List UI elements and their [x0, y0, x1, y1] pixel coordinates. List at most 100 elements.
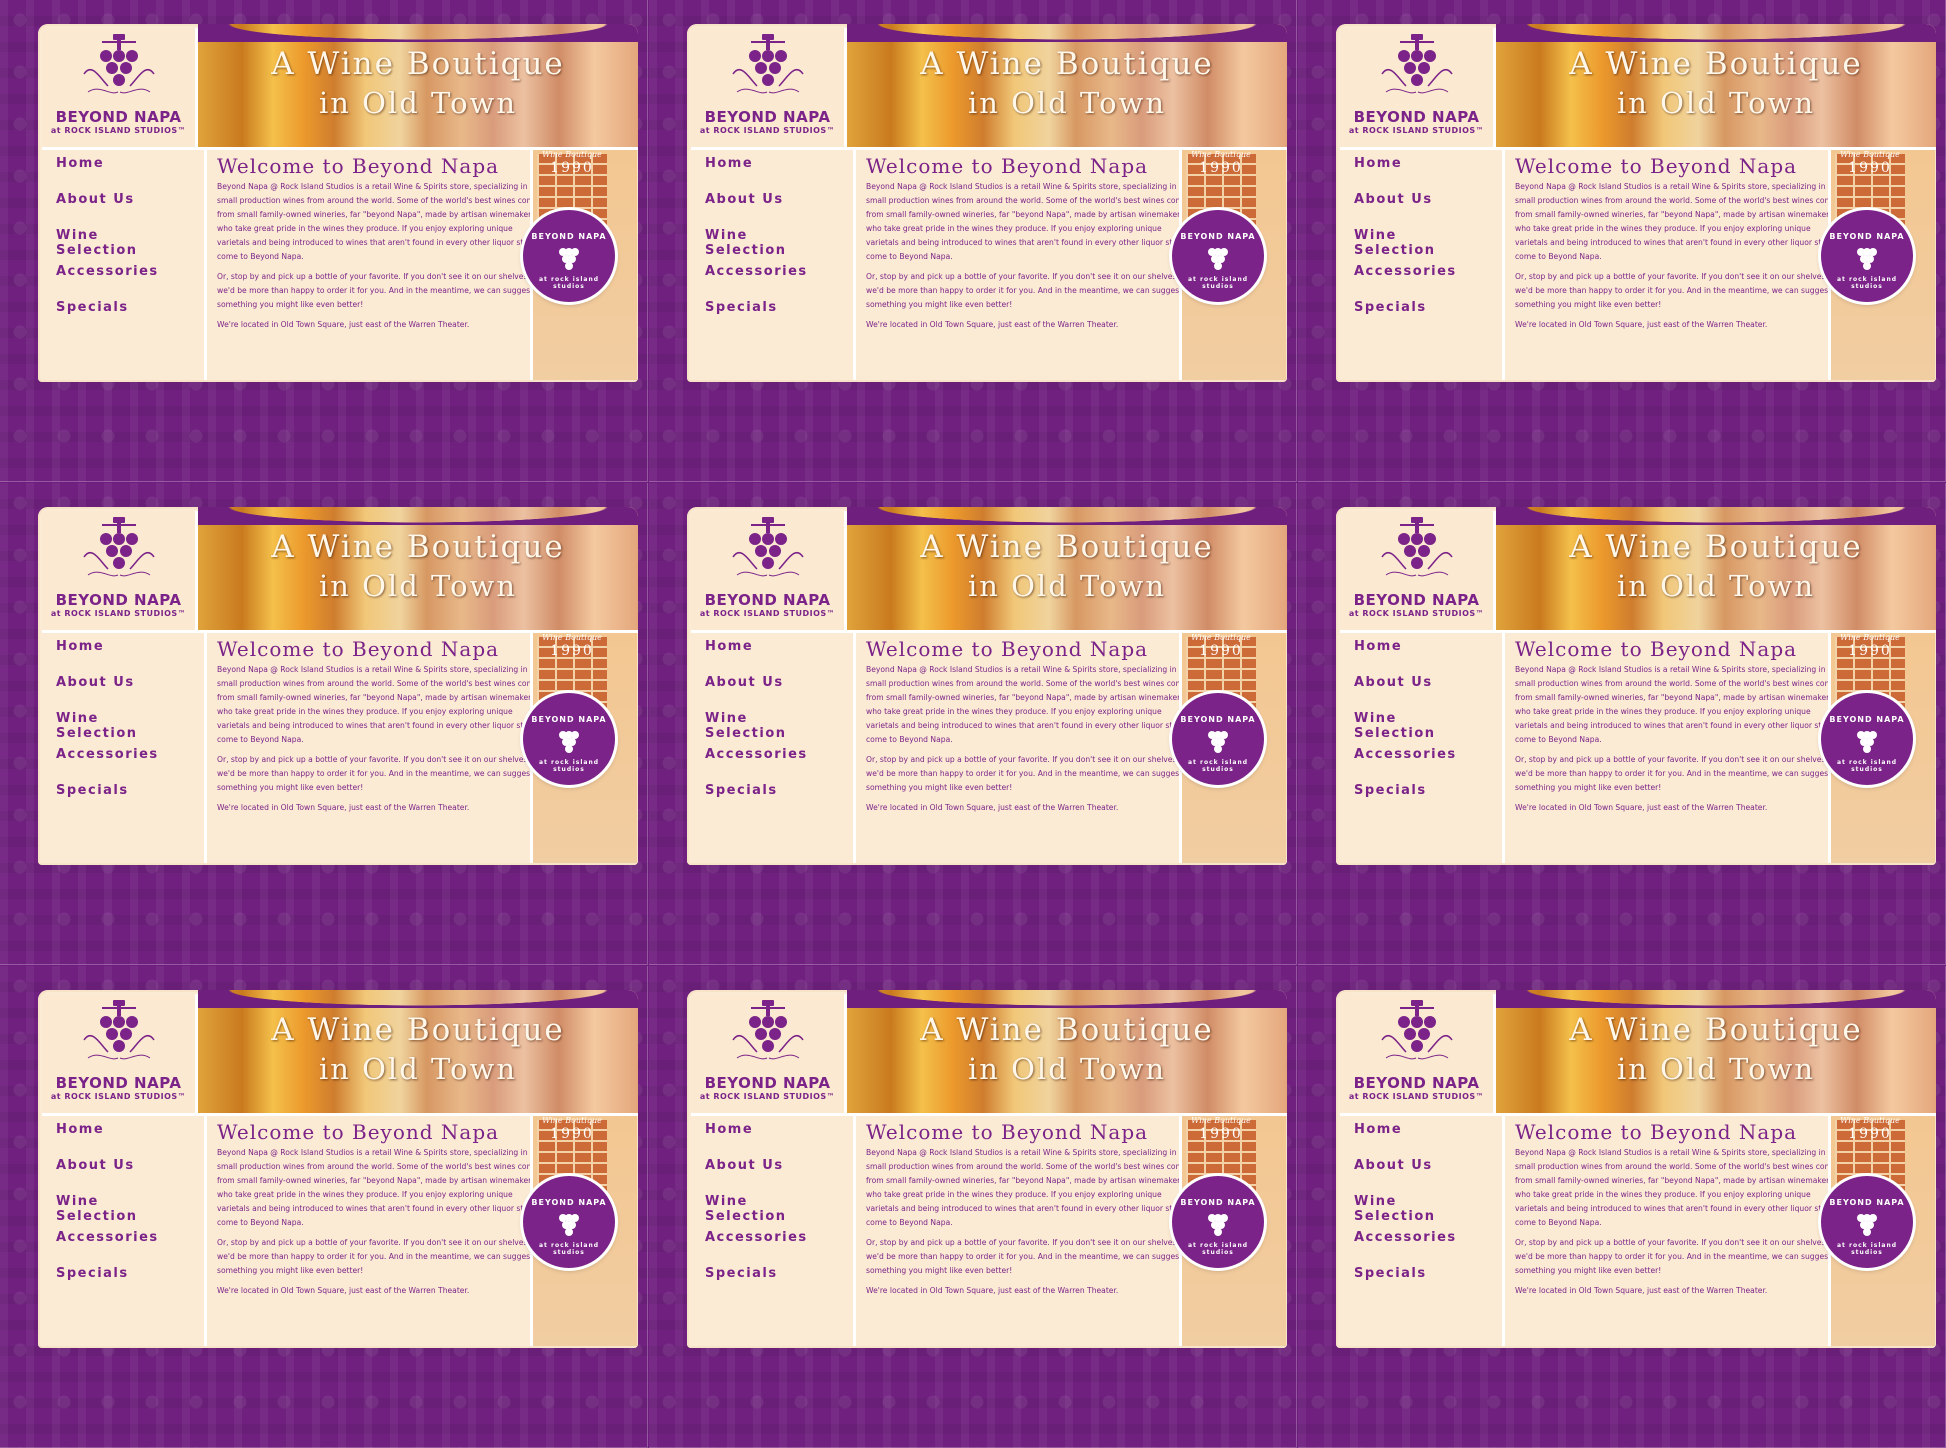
- nav-item-accessories[interactable]: Accessories: [56, 747, 186, 783]
- nav-item-specials[interactable]: Specials: [1354, 300, 1484, 336]
- nav-item-about-us[interactable]: About Us: [705, 192, 835, 228]
- page-title: Welcome to Beyond Napa: [866, 154, 1149, 178]
- grape-cluster-icon: [559, 248, 579, 270]
- nav-item-wine-selection[interactable]: Wine Selection: [705, 711, 835, 747]
- nav-item-home[interactable]: Home: [1354, 639, 1484, 675]
- grape-cluster-icon: [559, 1214, 579, 1236]
- nav-item-specials[interactable]: Specials: [56, 783, 186, 819]
- main-nav: Home About Us Wine Selection Accessories…: [705, 156, 835, 336]
- nav-item-accessories[interactable]: Accessories: [705, 1230, 835, 1266]
- grape-cluster-icon: [83, 517, 155, 577]
- nav-item-accessories[interactable]: Accessories: [1354, 1230, 1484, 1266]
- header-banner: A Wine Boutique in Old Town: [1496, 990, 1936, 1116]
- banner-headline-line2: in Old Town: [967, 86, 1167, 120]
- main-nav: Home About Us Wine Selection Accessories…: [1354, 1122, 1484, 1302]
- location-paragraph: We're located in Old Town Square, just e…: [1515, 320, 1768, 329]
- nav-item-accessories[interactable]: Accessories: [56, 264, 186, 300]
- grape-cluster-icon: [1208, 1214, 1228, 1236]
- side-year-text: 1990: [1848, 643, 1892, 659]
- nav-item-about-us[interactable]: About Us: [1354, 675, 1484, 711]
- nav-item-accessories[interactable]: Accessories: [56, 1230, 186, 1266]
- site-card: BEYOND NAPA at ROCK ISLAND STUDIOS™ A Wi…: [38, 990, 638, 1348]
- page-thumbnail: BEYOND NAPA at ROCK ISLAND STUDIOS™ A Wi…: [649, 0, 1297, 482]
- banner-headline-line2: in Old Town: [1616, 1052, 1816, 1086]
- intro-paragraph: Beyond Napa @ Rock Island Studios is a r…: [217, 1148, 539, 1227]
- logo-area[interactable]: BEYOND NAPA at ROCK ISLAND STUDIOS™: [42, 511, 198, 633]
- intro-paragraph: Beyond Napa @ Rock Island Studios is a r…: [1515, 1148, 1837, 1227]
- brand-tagline: at ROCK ISLAND STUDIOS™: [699, 1092, 836, 1101]
- logo-area[interactable]: BEYOND NAPA at ROCK ISLAND STUDIOS™: [691, 28, 847, 150]
- nav-item-about-us[interactable]: About Us: [705, 675, 835, 711]
- nav-item-specials[interactable]: Specials: [705, 1266, 835, 1302]
- nav-item-home[interactable]: Home: [56, 156, 186, 192]
- brand-name: BEYOND NAPA: [704, 108, 831, 126]
- grape-cluster-icon: [1857, 248, 1877, 270]
- nav-item-about-us[interactable]: About Us: [56, 192, 186, 228]
- nav-item-specials[interactable]: Specials: [1354, 1266, 1484, 1302]
- main-nav: Home About Us Wine Selection Accessories…: [1354, 639, 1484, 819]
- page-thumbnail: BEYOND NAPA at ROCK ISLAND STUDIOS™ A Wi…: [0, 483, 648, 965]
- banner-headline-line1: A Wine Boutique: [271, 529, 565, 565]
- nav-item-specials[interactable]: Specials: [705, 300, 835, 336]
- logo-area[interactable]: BEYOND NAPA at ROCK ISLAND STUDIOS™: [691, 994, 847, 1116]
- brand-tagline: at ROCK ISLAND STUDIOS™: [1348, 609, 1485, 618]
- seal-top-text: BEYOND NAPA: [531, 715, 607, 724]
- brand-seal-icon: BEYOND NAPA at rock island studios: [1821, 210, 1913, 302]
- nav-item-wine-selection[interactable]: Wine Selection: [1354, 1194, 1484, 1230]
- banner-headline-line1: A Wine Boutique: [1569, 529, 1863, 565]
- nav-item-specials[interactable]: Specials: [1354, 783, 1484, 819]
- logo-area[interactable]: BEYOND NAPA at ROCK ISLAND STUDIOS™: [1340, 994, 1496, 1116]
- nav-item-about-us[interactable]: About Us: [56, 1158, 186, 1194]
- side-script-text: Wine Boutique: [542, 150, 602, 159]
- main-content: Welcome to Beyond Napa Beyond Napa @ Roc…: [204, 150, 539, 380]
- nav-item-wine-selection[interactable]: Wine Selection: [1354, 711, 1484, 747]
- nav-item-about-us[interactable]: About Us: [56, 675, 186, 711]
- intro-paragraph: Beyond Napa @ Rock Island Studios is a r…: [1515, 665, 1837, 744]
- brand-seal-icon: BEYOND NAPA at rock island studios: [1821, 693, 1913, 785]
- nav-item-wine-selection[interactable]: Wine Selection: [1354, 228, 1484, 264]
- nav-item-accessories[interactable]: Accessories: [705, 264, 835, 300]
- nav-item-accessories[interactable]: Accessories: [705, 747, 835, 783]
- brand-name: BEYOND NAPA: [55, 591, 182, 609]
- main-nav: Home About Us Wine Selection Accessories…: [1354, 156, 1484, 336]
- nav-item-accessories[interactable]: Accessories: [1354, 747, 1484, 783]
- nav-item-wine-selection[interactable]: Wine Selection: [705, 228, 835, 264]
- logo-area[interactable]: BEYOND NAPA at ROCK ISLAND STUDIOS™: [42, 994, 198, 1116]
- page-title: Welcome to Beyond Napa: [1515, 637, 1798, 661]
- nav-item-about-us[interactable]: About Us: [705, 1158, 835, 1194]
- nav-item-specials[interactable]: Specials: [705, 783, 835, 819]
- nav-item-specials[interactable]: Specials: [56, 1266, 186, 1302]
- brand-tagline: at ROCK ISLAND STUDIOS™: [50, 126, 187, 135]
- seal-top-text: BEYOND NAPA: [531, 1198, 607, 1207]
- nav-item-about-us[interactable]: About Us: [1354, 1158, 1484, 1194]
- nav-item-wine-selection[interactable]: Wine Selection: [705, 1194, 835, 1230]
- nav-item-home[interactable]: Home: [705, 1122, 835, 1158]
- nav-item-wine-selection[interactable]: Wine Selection: [56, 1194, 186, 1230]
- nav-item-home[interactable]: Home: [1354, 156, 1484, 192]
- site-card: BEYOND NAPA at ROCK ISLAND STUDIOS™ A Wi…: [38, 507, 638, 865]
- logo-area[interactable]: BEYOND NAPA at ROCK ISLAND STUDIOS™: [1340, 511, 1496, 633]
- logo-area[interactable]: BEYOND NAPA at ROCK ISLAND STUDIOS™: [691, 511, 847, 633]
- banner-headline-line2: in Old Town: [967, 1052, 1167, 1086]
- logo-area[interactable]: BEYOND NAPA at ROCK ISLAND STUDIOS™: [42, 28, 198, 150]
- nav-item-home[interactable]: Home: [705, 156, 835, 192]
- nav-item-wine-selection[interactable]: Wine Selection: [56, 228, 186, 264]
- header-banner: A Wine Boutique in Old Town: [847, 507, 1287, 633]
- nav-item-home[interactable]: Home: [705, 639, 835, 675]
- nav-item-accessories[interactable]: Accessories: [1354, 264, 1484, 300]
- nav-item-about-us[interactable]: About Us: [1354, 192, 1484, 228]
- nav-item-home[interactable]: Home: [56, 639, 186, 675]
- side-script-text: Wine Boutique: [1840, 633, 1900, 642]
- side-year-text: 1990: [1848, 1126, 1892, 1142]
- brand-tagline: at ROCK ISLAND STUDIOS™: [50, 609, 187, 618]
- page-title: Welcome to Beyond Napa: [1515, 1120, 1798, 1144]
- banner-headline-line2: in Old Town: [967, 569, 1167, 603]
- nav-item-wine-selection[interactable]: Wine Selection: [56, 711, 186, 747]
- side-year-text: 1990: [1199, 1126, 1243, 1142]
- logo-area[interactable]: BEYOND NAPA at ROCK ISLAND STUDIOS™: [1340, 28, 1496, 150]
- nav-item-home[interactable]: Home: [1354, 1122, 1484, 1158]
- page-title: Welcome to Beyond Napa: [217, 154, 500, 178]
- nav-item-home[interactable]: Home: [56, 1122, 186, 1158]
- side-year-text: 1990: [1848, 160, 1892, 176]
- nav-item-specials[interactable]: Specials: [56, 300, 186, 336]
